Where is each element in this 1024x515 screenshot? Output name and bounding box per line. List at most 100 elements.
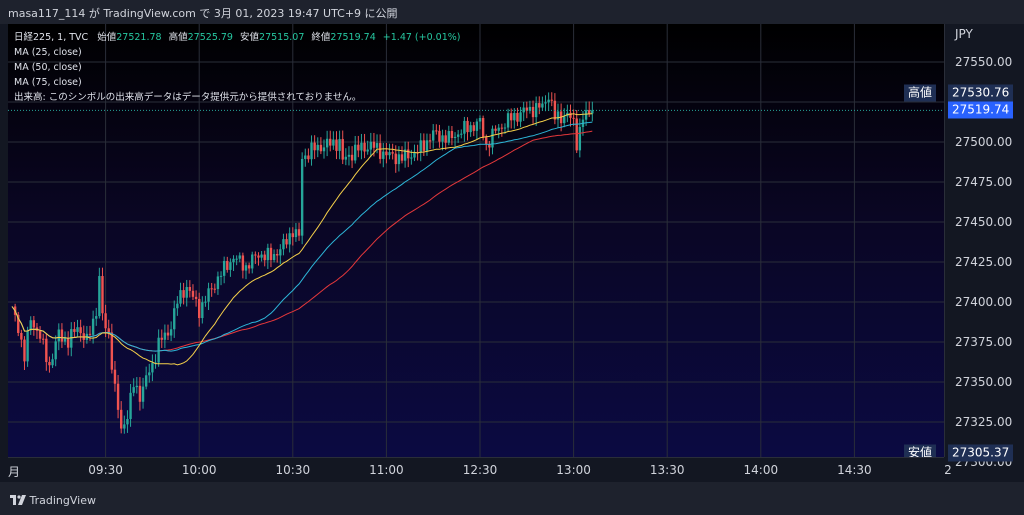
candle-body-120 <box>385 151 388 156</box>
candle-body-81 <box>263 254 266 261</box>
tradingview-logo[interactable]: TradingView <box>10 494 96 507</box>
candle-body-66 <box>216 276 220 290</box>
x-tick-0: 月 <box>7 465 21 479</box>
candle-body-109 <box>350 154 354 161</box>
candle-body-51 <box>169 329 173 336</box>
candle-body-125 <box>400 154 404 161</box>
candles <box>13 92 594 434</box>
candle-body-55 <box>182 290 185 298</box>
candle-body-104 <box>335 139 338 151</box>
candle-body-101 <box>325 138 329 148</box>
candle-body-99 <box>319 144 323 152</box>
candle-body-3 <box>20 332 23 340</box>
candle-body-152 <box>485 137 488 144</box>
candle-body-169 <box>538 103 541 108</box>
candle-body-22 <box>79 327 82 334</box>
candle-body-117 <box>375 143 379 148</box>
candle-body-38 <box>129 392 132 419</box>
time-axis[interactable]: 月 09:30 10:00 10:30 11:00 12:30 13:00 13:30 14:0… <box>7 457 952 483</box>
legend-low-label: 安値 <box>240 32 260 43</box>
y-tick-5: 27425.00 <box>955 255 1013 269</box>
legend-ma-50[interactable]: MA (50, close) <box>14 60 460 75</box>
candle-body-50 <box>166 332 170 336</box>
candle-body-158 <box>503 127 507 129</box>
candle-body-15 <box>57 329 60 342</box>
candle-body-92 <box>297 229 301 236</box>
candle-body-134 <box>428 140 432 142</box>
candle-body-32 <box>110 332 114 370</box>
candle-body-26 <box>91 318 95 335</box>
high-price-tag: 27530.76 <box>948 84 1014 102</box>
candle-body-33 <box>113 369 117 384</box>
candle-body-35 <box>120 409 123 429</box>
legend-ma-25[interactable]: MA (25, close) <box>14 45 460 60</box>
candle-body-12 <box>48 362 51 366</box>
legend-open-value: 27521.78 <box>116 32 162 43</box>
candle-body-10 <box>42 338 45 340</box>
candle-body-37 <box>126 418 129 425</box>
candle-body-148 <box>472 125 475 131</box>
tradingview-logo-icon <box>10 495 26 505</box>
y-tick-8: 27500.00 <box>955 135 1013 149</box>
candle-body-42 <box>141 386 145 402</box>
x-tick-5: 12:30 <box>462 463 498 477</box>
candle-body-162 <box>516 113 519 122</box>
candle-body-79 <box>257 255 260 258</box>
candle-body-171 <box>544 102 547 104</box>
candle-body-103 <box>332 139 335 146</box>
candle-body-34 <box>116 383 120 410</box>
x-tick-1: 09:30 <box>88 463 123 477</box>
legend-symbol: 日経225, 1, TVC <box>14 32 89 43</box>
candle-body-112 <box>360 142 363 151</box>
publish-header: masa117_114 が TradingView.com で 3月 01, 2… <box>0 0 1024 24</box>
candle-body-28 <box>98 276 101 317</box>
footer-bar: TradingView <box>0 482 1024 515</box>
candle-body-58 <box>191 290 195 297</box>
candle-body-69 <box>226 260 229 270</box>
candle-body-41 <box>138 385 142 402</box>
candle-body-106 <box>341 139 344 160</box>
candle-body-135 <box>432 130 435 141</box>
candle-body-119 <box>382 151 385 159</box>
y-tick-7: 27475.00 <box>955 175 1013 189</box>
chart-legend: 日経225, 1, TVC 始値27521.78 高値27525.79 安値27… <box>14 30 460 105</box>
candle-body-97 <box>313 142 316 151</box>
candle-body-118 <box>378 143 382 159</box>
candle-body-60 <box>198 298 201 319</box>
candle-body-136 <box>435 130 438 132</box>
candle-body-52 <box>173 308 176 330</box>
candle-body-30 <box>104 313 107 329</box>
candle-body-63 <box>207 288 210 302</box>
candle-body-86 <box>279 249 282 256</box>
candle-body-13 <box>51 359 54 366</box>
candle-body-67 <box>219 275 223 277</box>
y-tick-10: 27550.00 <box>955 55 1013 69</box>
candle-body-9 <box>38 330 42 339</box>
x-tick-6: 13:00 <box>556 463 591 477</box>
candle-body-43 <box>144 375 148 387</box>
candle-body-71 <box>232 258 235 263</box>
candle-body-140 <box>447 131 450 143</box>
candle-body-73 <box>238 255 241 259</box>
y-tick-3: 27375.00 <box>955 335 1013 349</box>
candle-body-7 <box>32 320 36 328</box>
candle-body-127 <box>407 149 410 159</box>
candle-body-96 <box>310 142 313 160</box>
candle-body-107 <box>344 156 348 160</box>
candle-body-74 <box>241 255 245 271</box>
legend-ma-75[interactable]: MA (75, close) <box>14 75 460 90</box>
candle-body-16 <box>60 329 64 342</box>
candle-body-100 <box>322 147 326 152</box>
candle-body-44 <box>148 372 151 376</box>
candle-body-80 <box>260 254 263 258</box>
candle-body-137 <box>438 130 441 142</box>
candle-body-139 <box>444 135 447 143</box>
x-tick-9: 14:30 <box>837 463 872 477</box>
candle-body-115 <box>369 141 372 150</box>
candle-body-132 <box>422 140 426 151</box>
candle-body-68 <box>222 260 226 276</box>
candle-body-59 <box>194 296 198 299</box>
candle-body-72 <box>235 258 238 260</box>
candle-body-61 <box>201 302 204 319</box>
legend-open-label: 始値 <box>97 32 117 43</box>
